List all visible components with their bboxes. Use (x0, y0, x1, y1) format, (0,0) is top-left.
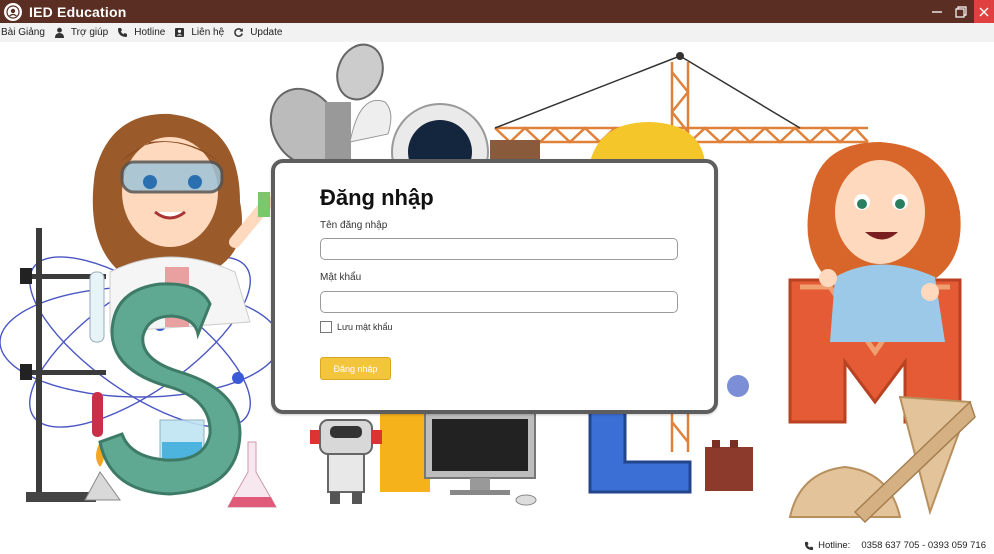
close-icon (979, 7, 989, 16)
username-input[interactable] (320, 238, 678, 260)
remember-password-label: Lưu mật khẩu (337, 322, 393, 332)
computer-monitor-icon (424, 411, 537, 506)
login-dialog: Đăng nhập Tên đăng nhập Mật khẩu Lưu mật… (271, 159, 718, 414)
menu-item-label: Update (250, 27, 283, 38)
app-logo-icon (4, 2, 22, 21)
username-label: Tên đăng nhập (320, 220, 388, 231)
restore-icon (955, 5, 967, 18)
remember-password-option[interactable]: Lưu mật khẩu (320, 321, 393, 333)
remember-password-checkbox[interactable] (320, 321, 332, 333)
minimize-icon (932, 10, 942, 13)
menu-item-update[interactable]: Update (233, 27, 282, 38)
letter-l (588, 400, 692, 494)
minimize-button[interactable] (926, 0, 948, 23)
dot-shape (727, 375, 749, 397)
refresh-icon (233, 27, 244, 38)
menu-item-tro-giup[interactable]: Trợ giúp (54, 27, 108, 38)
login-button[interactable]: Đăng nhập (320, 357, 391, 380)
password-input[interactable] (320, 291, 678, 313)
robot-icon (310, 419, 382, 504)
letter-t-shape (380, 412, 430, 492)
menu-item-lien-he[interactable]: Liên hệ (174, 27, 224, 38)
phone-icon (804, 541, 814, 551)
hotline-label: Hotline: (818, 540, 851, 551)
password-label: Mật khẩu (320, 272, 362, 283)
stem-illustration: Đăng nhập Tên đăng nhập Mật khẩu Lưu mật… (0, 42, 994, 536)
toy-blocks-icon (705, 440, 753, 491)
menu-bar: Bài Giảng Trợ giúp Hotline Liên hệ Updat… (0, 23, 994, 42)
app-title: IED Education (29, 3, 127, 20)
menu-item-label: Hotline (134, 27, 166, 38)
hotline-info: Hotline: 0358 637 705 - 0393 059 716 (804, 540, 986, 551)
login-title: Đăng nhập (320, 185, 434, 210)
menu-item-hotline[interactable]: Hotline (117, 27, 165, 38)
status-bar: Hotline: 0358 637 705 - 0393 059 716 (0, 536, 994, 554)
close-button[interactable] (974, 0, 994, 23)
menu-item-label: Trợ giúp (70, 27, 109, 38)
menu-item-bai-giang[interactable]: Bài Giảng (1, 27, 45, 38)
menu-item-label: Bài Giảng (1, 27, 45, 38)
phone-icon (117, 27, 128, 38)
menu-item-label: Liên hệ (191, 27, 225, 38)
title-bar: IED Education (0, 0, 994, 23)
atom-electron (232, 372, 244, 384)
user-icon (54, 27, 65, 38)
restore-button[interactable] (950, 0, 972, 23)
contact-icon (174, 27, 185, 38)
hotline-numbers: 0358 637 705 - 0393 059 716 (861, 540, 986, 551)
